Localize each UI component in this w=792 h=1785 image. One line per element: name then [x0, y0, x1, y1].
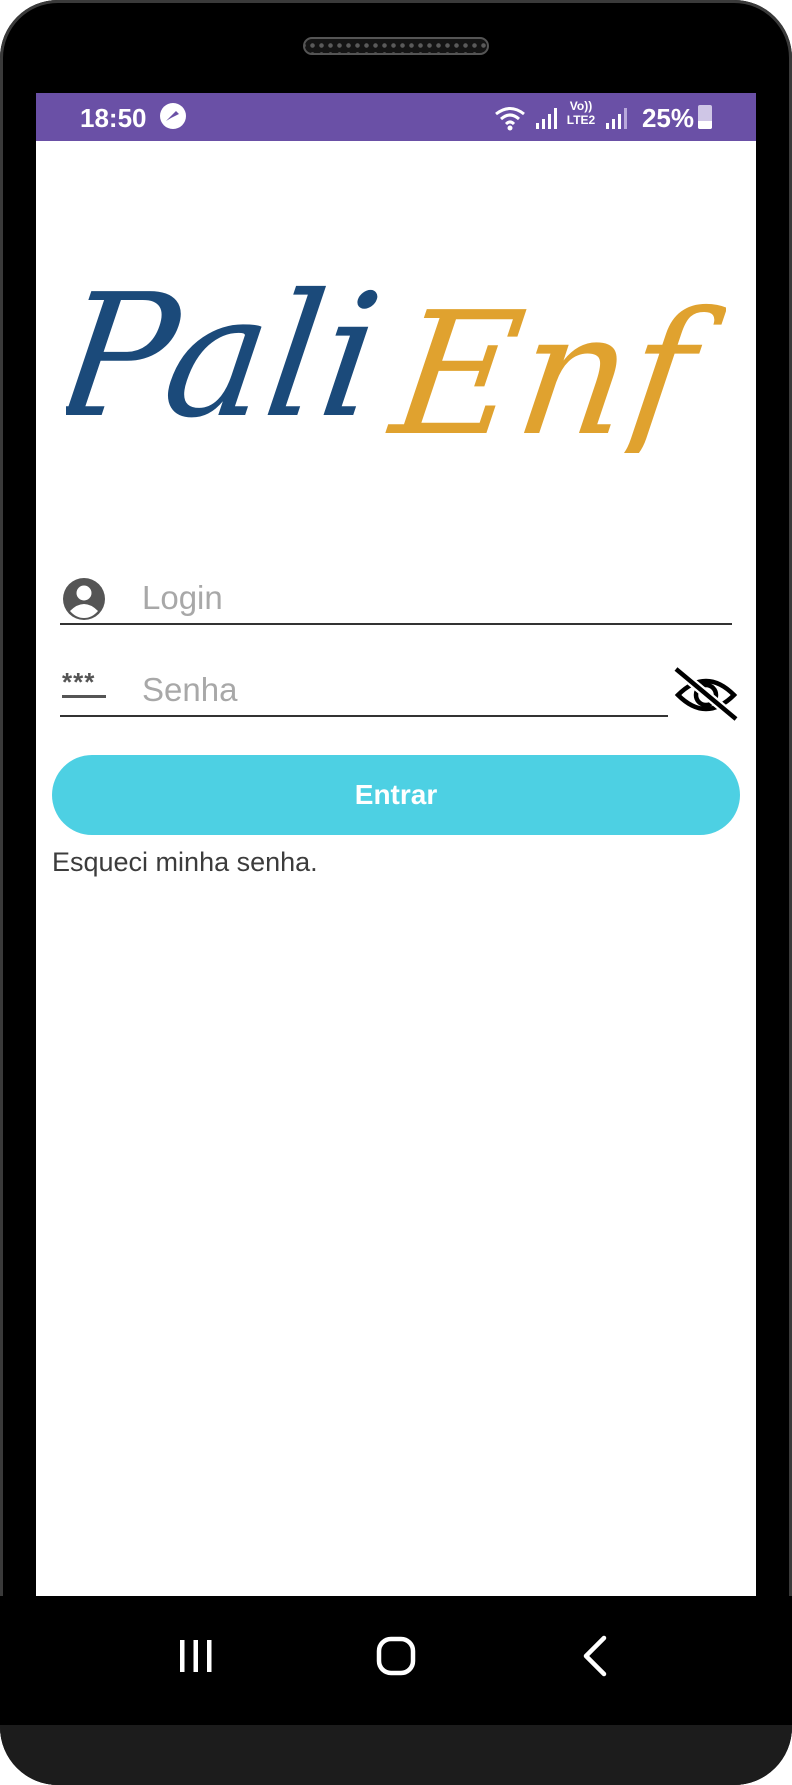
phone-chin — [0, 1725, 792, 1785]
volte-label: Vo)) — [569, 99, 593, 113]
status-bar: 18:50 Vo)) LTE2 25% — [36, 93, 756, 141]
status-time: 18:50 — [80, 103, 147, 133]
phone-speaker — [303, 37, 489, 55]
battery-percent: 25% — [641, 103, 694, 133]
volte-icon: Vo)) LTE2 — [564, 99, 598, 127]
system-nav-bar — [0, 1596, 792, 1725]
home-icon[interactable] — [366, 1626, 426, 1686]
login-field[interactable] — [60, 573, 732, 625]
signal-icon — [606, 108, 627, 129]
app-logo: Pali Enf — [66, 258, 726, 453]
app-screen: 18:50 Vo)) LTE2 25% Pali Enf Login *** E… — [36, 93, 756, 1596]
password-input[interactable] — [140, 665, 704, 715]
login-input[interactable] — [140, 573, 704, 623]
password-icon: *** — [62, 669, 108, 698]
battery-icon — [698, 105, 712, 129]
signal-icon — [536, 108, 557, 129]
recent-apps-icon[interactable] — [166, 1626, 226, 1686]
login-button[interactable]: Entrar — [52, 755, 740, 835]
eye-off-icon[interactable] — [672, 665, 740, 723]
phone-frame: 18:50 Vo)) LTE2 25% Pali Enf Login *** E… — [0, 0, 792, 1785]
user-account-icon — [62, 577, 106, 626]
messenger-icon — [160, 103, 186, 129]
back-icon[interactable] — [566, 1626, 626, 1686]
logo-word-pali: Pali — [66, 258, 391, 453]
logo-word-enf: Enf — [379, 276, 726, 453]
password-field[interactable]: *** — [60, 665, 704, 717]
wifi-icon — [495, 107, 525, 131]
lte-label: LTE2 — [566, 113, 596, 127]
password-icon-text: *** — [62, 667, 96, 697]
forgot-password-link[interactable]: Esqueci minha senha. — [52, 847, 318, 878]
